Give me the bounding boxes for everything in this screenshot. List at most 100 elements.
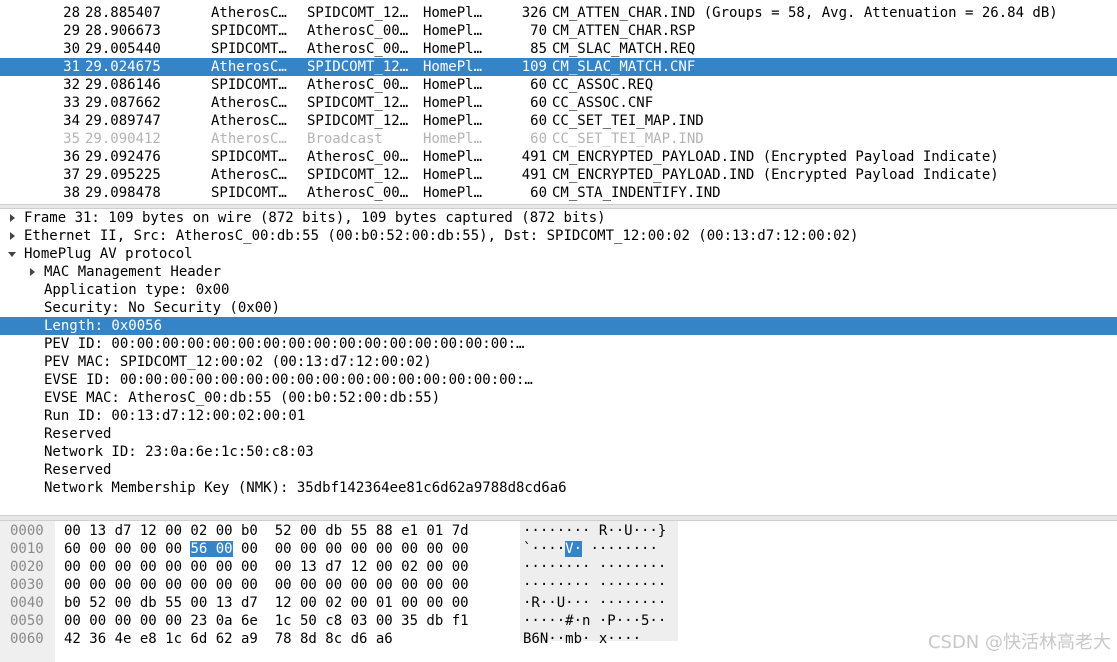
detail-tree-item[interactable]: PEV MAC: SPIDCOMT_12:00:02 (00:13:d7:12:…	[0, 353, 1117, 371]
expand-arrow-icon[interactable]	[8, 209, 18, 227]
ascii-segment: `····	[523, 541, 566, 557]
byte-row: 0010 60 00 00 00 00 56 00 00 00 00 00 00 …	[0, 540, 1117, 558]
detail-tree-item[interactable]: Application type: 0x00	[0, 281, 1117, 299]
detail-tree-item[interactable]: Security: No Security (0x00)	[0, 299, 1117, 317]
packet-number: 31	[63, 59, 80, 75]
detail-tree-item[interactable]: MAC Management Header	[0, 263, 1117, 281]
packet-number: 34	[63, 113, 80, 129]
byte-offset: 0060	[10, 631, 44, 647]
packet-source: SPIDCOMT…	[211, 149, 287, 165]
packet-row[interactable]: 31 29.024675 AtherosC… SPIDCOMT_12… HomePl… 1…	[0, 58, 1117, 76]
hex-bytes[interactable]: b0 52 00 db 55 00 13 d7 12 00 02 00 01 0…	[64, 594, 469, 612]
hex-segment: b0 52 00 db 55 00 13 d7 12 00 02 00 01 0…	[64, 595, 469, 611]
ascii-bytes[interactable]: B6N··mb· x····	[523, 630, 641, 648]
packet-info: CM_ENCRYPTED_PAYLOAD.IND (Encrypted Payl…	[552, 149, 999, 165]
collapse-arrow-icon[interactable]	[8, 245, 18, 263]
hex-segment: 00 00 00 00 00 00 00 00 00	[232, 541, 469, 557]
ascii-segment: ········ ········	[523, 559, 667, 575]
detail-tree-item[interactable]: Length: 0x0056	[0, 317, 1117, 335]
expand-arrow-icon[interactable]	[28, 263, 38, 281]
packet-destination: SPIDCOMT_12…	[307, 95, 409, 111]
ascii-segment: ·····#·n ·P···5··	[523, 613, 667, 629]
packet-row[interactable]: 30 29.005440 SPIDCOMT… AtherosC_00… HomePl… 8…	[0, 40, 1117, 58]
packet-length: 491	[521, 149, 547, 165]
packet-info: CC_SET_TEI_MAP.IND	[552, 113, 704, 129]
packet-number: 32	[63, 77, 80, 93]
ascii-bytes[interactable]: ········ ········	[523, 576, 666, 594]
hex-bytes[interactable]: 00 00 00 00 00 00 00 00 00 13 d7 12 00 0…	[64, 558, 469, 576]
packet-info: CM_ATTEN_CHAR.IND (Groups = 58, Avg. Att…	[552, 5, 1058, 21]
packet-length: 60	[530, 185, 547, 201]
detail-tree-label: Network ID: 23:0a:6e:1c:50:c8:03	[44, 444, 314, 460]
packet-source: AtherosC…	[211, 95, 287, 111]
detail-tree-item[interactable]: EVSE ID: 00:00:00:00:00:00:00:00:00:00:0…	[0, 371, 1117, 389]
packet-protocol: HomePl…	[423, 41, 483, 57]
packet-protocol: HomePl…	[423, 113, 483, 129]
detail-tree-item[interactable]: EVSE MAC: AtherosC_00:db:55 (00:b0:52:00…	[0, 389, 1117, 407]
packet-length: 60	[530, 77, 547, 93]
packet-row[interactable]: 35 29.090412 AtherosC… Broadcast HomePl… 60 CC…	[0, 130, 1117, 148]
hex-segment: 00 00 00 00 00 23 0a 6e 1c 50 c8 03 00 3…	[64, 613, 469, 629]
ascii-bytes[interactable]: ·R··U··· ········	[523, 594, 666, 612]
expand-arrow-icon[interactable]	[8, 227, 18, 245]
packet-row[interactable]: 36 29.092476 SPIDCOMT… AtherosC_00… HomePl… 4…	[0, 148, 1117, 166]
packet-list[interactable]: 28 28.885407 AtherosC… SPIDCOMT_12… HomePl… 3…	[0, 0, 1117, 204]
hex-bytes[interactable]: 42 36 4e e8 1c 6d 62 a9 78 8d 8c d6 a6	[64, 630, 393, 648]
hex-segment: 00 00 00 00 00 00 00 00 00 13 d7 12 00 0…	[64, 559, 469, 575]
packet-row[interactable]: 28 28.885407 AtherosC… SPIDCOMT_12… HomePl… 3…	[0, 4, 1117, 22]
packet-row[interactable]: 29 28.906673 SPIDCOMT… AtherosC_00… HomePl… 7…	[0, 22, 1117, 40]
packet-source: SPIDCOMT…	[211, 41, 287, 57]
detail-tree-item[interactable]: HomePlug AV protocol	[0, 245, 1117, 263]
ascii-bytes[interactable]: ·····#·n ·P···5··	[523, 612, 666, 630]
packet-row[interactable]: 38 29.098478 SPIDCOMT… AtherosC_00… HomePl… 6…	[0, 184, 1117, 202]
hex-bytes[interactable]: 00 13 d7 12 00 02 00 b0 52 00 db 55 88 e…	[64, 522, 469, 540]
packet-length: 60	[530, 95, 547, 111]
packet-info: CC_ASSOC.REQ	[552, 77, 654, 93]
byte-offset: 0030	[10, 577, 44, 593]
detail-tree-item[interactable]: Frame 31: 109 bytes on wire (872 bits), …	[0, 209, 1117, 227]
packet-destination: AtherosC_00…	[307, 23, 409, 39]
packet-protocol: HomePl…	[423, 5, 483, 21]
packet-row[interactable]: 37 29.095225 AtherosC… SPIDCOMT_12… HomePl… 4…	[0, 166, 1117, 184]
packet-row[interactable]: 34 29.089747 AtherosC… SPIDCOMT_12… HomePl… 6…	[0, 112, 1117, 130]
detail-tree-label: Reserved	[44, 426, 112, 442]
byte-offset: 0010	[10, 541, 44, 557]
detail-tree-item[interactable]: Ethernet II, Src: AtherosC_00:db:55 (00:…	[0, 227, 1117, 245]
detail-tree-label: HomePlug AV protocol	[24, 246, 193, 262]
packet-row[interactable]: 33 29.087662 AtherosC… SPIDCOMT_12… HomePl… 6…	[0, 94, 1117, 112]
packet-time: 29.005440	[85, 41, 161, 57]
ascii-bytes[interactable]: ········ ········	[523, 558, 666, 576]
hex-bytes[interactable]: 00 00 00 00 00 00 00 00 00 00 00 00 00 0…	[64, 576, 469, 594]
packet-protocol: HomePl…	[423, 95, 483, 111]
packet-destination: AtherosC_00…	[307, 185, 409, 201]
hex-bytes[interactable]: 00 00 00 00 00 23 0a 6e 1c 50 c8 03 00 3…	[64, 612, 469, 630]
ascii-bytes[interactable]: `····V· ········	[523, 540, 658, 558]
byte-offset: 0050	[10, 613, 44, 629]
detail-tree-item[interactable]: Network ID: 23:0a:6e:1c:50:c8:03	[0, 443, 1117, 461]
detail-tree-label: PEV MAC: SPIDCOMT_12:00:02 (00:13:d7:12:…	[44, 354, 432, 370]
packet-destination: SPIDCOMT_12…	[307, 167, 409, 183]
hex-segment: 42 36 4e e8 1c 6d 62 a9 78 8d 8c d6 a6	[64, 631, 393, 647]
detail-tree-label: PEV ID: 00:00:00:00:00:00:00:00:00:00:00…	[44, 336, 525, 352]
detail-tree-item[interactable]: PEV ID: 00:00:00:00:00:00:00:00:00:00:00…	[0, 335, 1117, 353]
detail-tree-label: Security: No Security (0x00)	[44, 300, 281, 316]
ascii-segment: ·R··U··· ········	[523, 595, 667, 611]
watermark: CSDN @快活林高老大	[927, 632, 1111, 653]
packet-source: AtherosC…	[211, 131, 287, 147]
packet-length: 491	[521, 167, 547, 183]
detail-tree-label: Frame 31: 109 bytes on wire (872 bits), …	[24, 210, 606, 226]
detail-tree-item[interactable]: Network Membership Key (NMK): 35dbf14236…	[0, 479, 1117, 497]
packet-time: 29.095225	[85, 167, 161, 183]
packet-row[interactable]: 32 29.086146 SPIDCOMT… AtherosC_00… HomePl… 6…	[0, 76, 1117, 94]
ascii-bytes[interactable]: ········ R··U···}	[523, 522, 666, 540]
byte-row: 0030 00 00 00 00 00 00 00 00 00 00 00 00 …	[0, 576, 1117, 594]
packet-protocol: HomePl…	[423, 131, 483, 147]
detail-tree-item[interactable]: Reserved	[0, 425, 1117, 443]
hex-bytes[interactable]: 60 00 00 00 00 56 00 00 00 00 00 00 00 0…	[64, 540, 469, 558]
detail-tree-item[interactable]: Reserved	[0, 461, 1117, 479]
detail-tree-item[interactable]: Run ID: 00:13:d7:12:00:02:00:01	[0, 407, 1117, 425]
packet-details-tree[interactable]: Frame 31: 109 bytes on wire (872 bits), …	[0, 209, 1117, 515]
packet-protocol: HomePl…	[423, 77, 483, 93]
packet-source: AtherosC…	[211, 5, 287, 21]
packet-length: 326	[521, 5, 547, 21]
